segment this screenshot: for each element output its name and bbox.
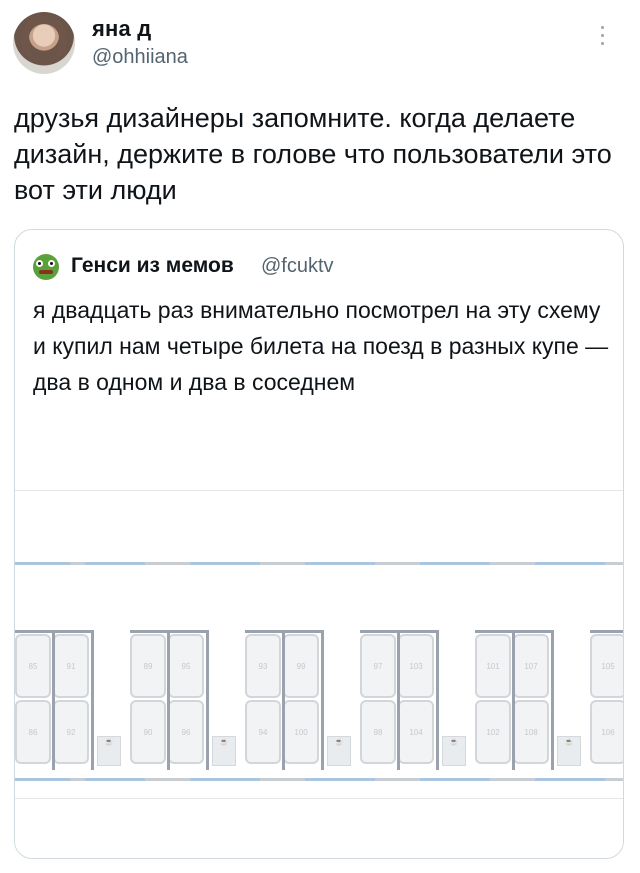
author-name[interactable]: яна д: [92, 16, 151, 42]
quote-text: я двадцать раз внимательно посмотрел на …: [33, 297, 609, 395]
quote-author-handle[interactable]: @fcuktv: [261, 255, 334, 278]
seat[interactable]: 90: [130, 700, 166, 764]
rail-accent: [535, 562, 605, 565]
compartment-divider: [167, 630, 170, 770]
rail-accent: [305, 778, 375, 781]
seat[interactable]: 103: [398, 634, 434, 698]
more-options-icon[interactable]: [600, 26, 606, 48]
compartment-divider: [551, 630, 554, 770]
tweet-text: друзья дизайнеры запомните. когда делает…: [14, 103, 612, 205]
seat[interactable]: 85: [15, 634, 51, 698]
compartment-divider: [436, 630, 439, 770]
table-icon: ☕: [327, 736, 351, 766]
quoted-tweet[interactable]: Генси из мемов @fcuktv я двадцать раз вн…: [14, 229, 624, 859]
hair-shape: [21, 16, 67, 60]
rail-accent: [420, 562, 490, 565]
rail-accent: [190, 778, 260, 781]
seat[interactable]: 102: [475, 700, 511, 764]
seat[interactable]: 92: [53, 700, 89, 764]
rail-accent: [85, 778, 145, 781]
seat[interactable]: 98: [360, 700, 396, 764]
compartment-divider: [321, 630, 324, 770]
author-avatar[interactable]: [13, 12, 75, 74]
seat[interactable]: 86: [15, 700, 51, 764]
seat[interactable]: 93: [245, 634, 281, 698]
rail-accent: [85, 562, 145, 565]
seat[interactable]: 106: [590, 700, 623, 764]
table-icon: ☕: [212, 736, 236, 766]
seat[interactable]: 108: [513, 700, 549, 764]
rail-accent: [535, 778, 605, 781]
seat[interactable]: 89: [130, 634, 166, 698]
compartment-divider: [282, 630, 285, 770]
seat[interactable]: 97: [360, 634, 396, 698]
seat[interactable]: 104: [398, 700, 434, 764]
seat[interactable]: 107: [513, 634, 549, 698]
seat[interactable]: 99: [283, 634, 319, 698]
seat[interactable]: 91: [53, 634, 89, 698]
compartment-divider: [206, 630, 209, 770]
quote-avatar[interactable]: [33, 254, 59, 280]
seat[interactable]: 100: [283, 700, 319, 764]
table-icon: ☕: [97, 736, 121, 766]
seat[interactable]: 105: [590, 634, 623, 698]
compartment-divider: [52, 630, 55, 770]
seat[interactable]: 95: [168, 634, 204, 698]
rail-accent: [15, 778, 70, 781]
seat[interactable]: 96: [168, 700, 204, 764]
table-icon: ☕: [442, 736, 466, 766]
compartment-divider: [397, 630, 400, 770]
author-handle[interactable]: @ohhiiana: [92, 46, 188, 69]
rail-accent: [420, 778, 490, 781]
rail-accent: [305, 562, 375, 565]
table-icon: ☕: [557, 736, 581, 766]
quote-author-name[interactable]: Генси из мемов: [71, 254, 234, 278]
rail-accent: [15, 562, 70, 565]
rail-accent: [190, 562, 260, 565]
train-seat-scheme: 85 86 91 92 ☕ 89 90 95 96 ☕ 93 94 99 100 ☕ 97 98 103 104 ☕ 1…: [15, 490, 623, 858]
seat[interactable]: 94: [245, 700, 281, 764]
compartment-wall: [590, 630, 623, 633]
compartment-divider: [512, 630, 515, 770]
seat[interactable]: 101: [475, 634, 511, 698]
compartment-divider: [91, 630, 94, 770]
